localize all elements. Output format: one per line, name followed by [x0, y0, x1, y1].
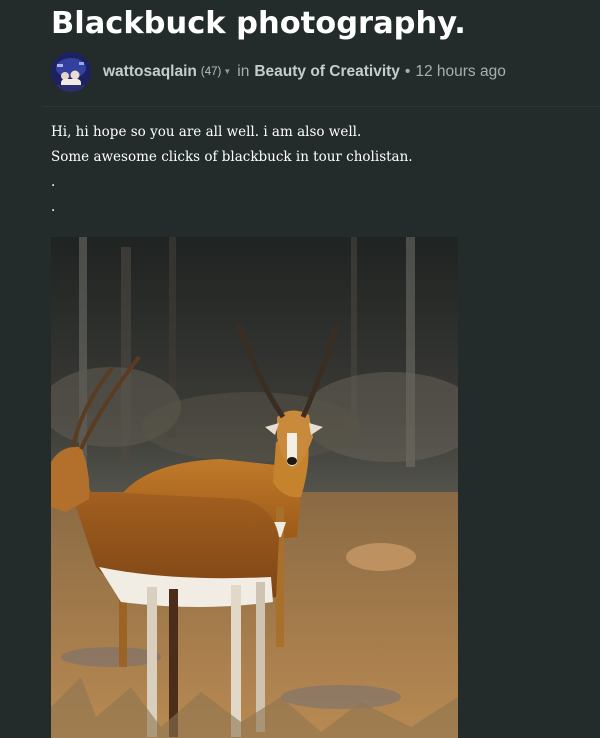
author-reputation: (47): [200, 66, 222, 78]
post-meta: wattosaqlain (47) ▼ in Beauty of Creativ…: [51, 50, 506, 94]
blackbuck-photo[interactable]: [51, 237, 458, 738]
post-timestamp[interactable]: 12 hours ago: [415, 63, 506, 81]
avatar-image: [51, 52, 91, 92]
header-divider: [42, 106, 600, 107]
body-line: .: [51, 199, 56, 215]
meta-separator: •: [404, 63, 411, 80]
photo-canvas: [51, 237, 458, 738]
community-link[interactable]: Beauty of Creativity: [254, 63, 400, 81]
caret-down-icon[interactable]: ▼: [223, 67, 231, 76]
post-body: Hi, hi hope so you are all well. i am al…: [51, 120, 571, 220]
post-title: Blackbuck photography.: [51, 6, 466, 41]
body-line: Some awesome clicks of blackbuck in tour…: [51, 149, 413, 165]
author-name[interactable]: wattosaqlain: [103, 63, 197, 81]
user-avatar[interactable]: [51, 52, 91, 92]
in-label: in: [237, 63, 250, 80]
body-line: Hi, hi hope so you are all well. i am al…: [51, 124, 362, 140]
body-line: .: [51, 174, 56, 190]
